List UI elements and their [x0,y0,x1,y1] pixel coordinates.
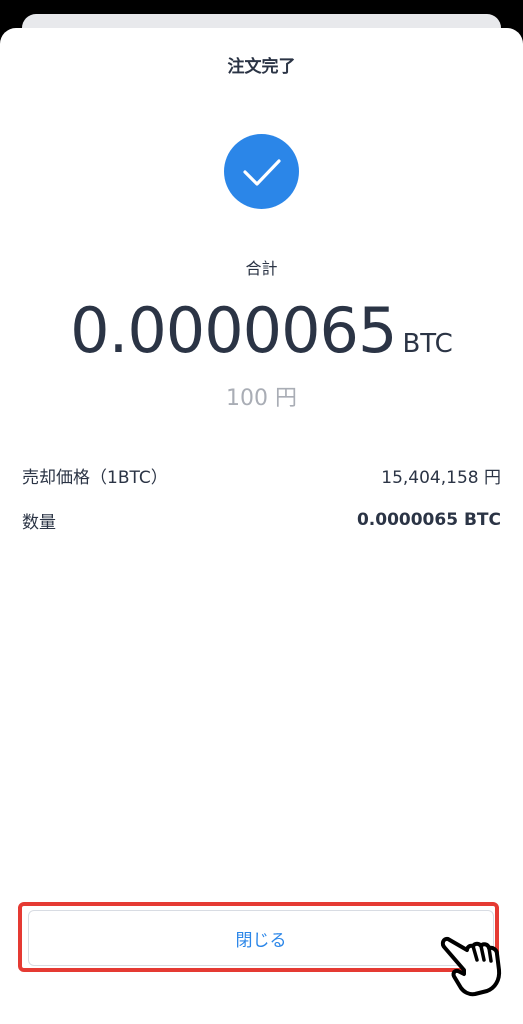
total-amount: 0.0000065 BTC [0,294,523,367]
total-label: 合計 [245,259,278,278]
page-title: 注文完了 [227,57,296,77]
price-row: 売却価格（1BTC） 15,404,158 円 [22,462,501,488]
amount-value: 0.0000065 [70,294,397,367]
order-complete-sheet: 注文完了 合計 0.0000065 BTC 100 円 売却価格（1BTC） 15… [0,28,523,1024]
quantity-value: 0.0000065 BTC [356,510,501,530]
price-label: 売却価格（1BTC） [22,467,168,488]
screen: 注文完了 合計 0.0000065 BTC 100 円 売却価格（1BTC） 15… [0,0,523,1024]
fiat-value: 100 円 [226,386,297,411]
quantity-row: 数量 0.0000065 BTC [22,507,501,533]
pointing-hand-icon [437,918,515,1000]
check-circle-icon [224,134,299,209]
quantity-label: 数量 [22,512,56,533]
amount-unit: BTC [402,329,453,359]
highlight-frame [18,902,499,972]
price-value: 15,404,158 円 [381,467,501,488]
